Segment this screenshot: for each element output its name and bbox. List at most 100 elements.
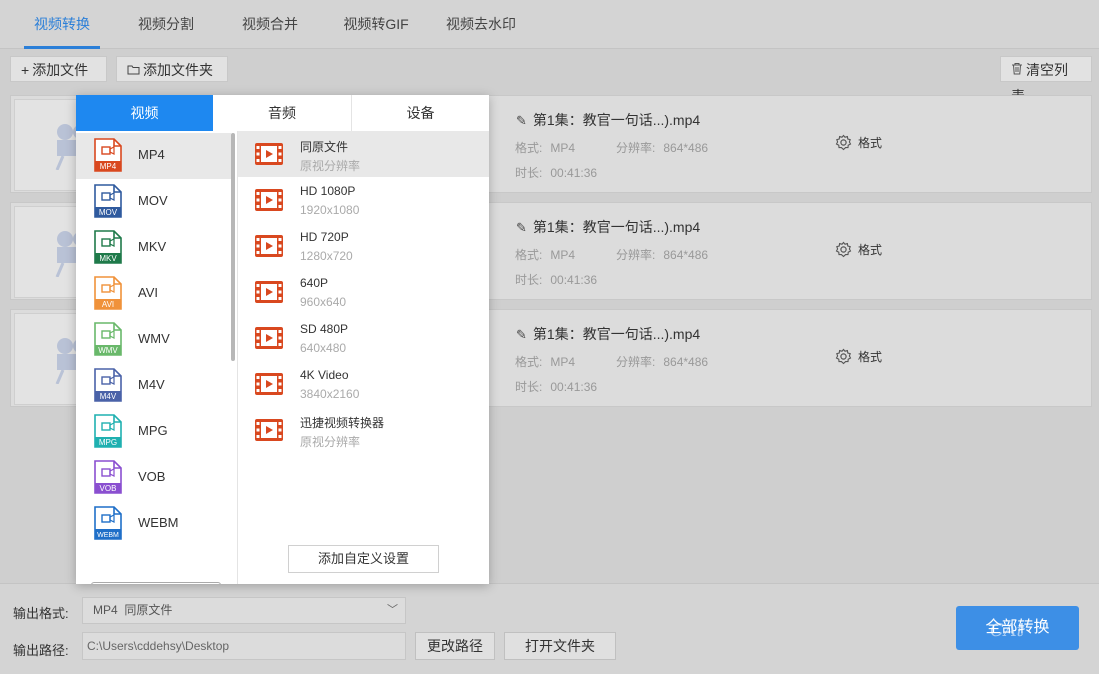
film-strip-icon <box>255 189 283 211</box>
format-item-label: MPG <box>138 423 168 438</box>
film-strip-icon <box>255 373 283 395</box>
preset-item[interactable]: HD 1080P 1920x1080 <box>238 177 489 223</box>
format-label: 格式: <box>515 248 543 262</box>
tab-video-convert[interactable]: 视频转换 <box>24 0 100 49</box>
file-type-vob-icon: VOB <box>94 460 122 494</box>
format-item-mov[interactable]: MOV MOV <box>76 179 231 225</box>
preset-item[interactable]: 同原文件 原视分辨率 <box>238 131 489 177</box>
tab-video-split[interactable]: 视频分割 <box>130 0 202 49</box>
format-label: 格式: <box>515 355 543 369</box>
preset-name: 迅捷视频转换器 <box>300 416 385 430</box>
film-strip-icon <box>255 327 283 349</box>
tab-video[interactable]: 视频 <box>76 95 213 131</box>
preset-name: HD 720P <box>300 230 349 244</box>
film-strip-icon <box>255 419 283 441</box>
preset-resolution: 1280x720 <box>300 249 353 263</box>
format-button-label: 格式 <box>858 136 883 150</box>
resolution-value: 864*486 <box>663 248 709 262</box>
format-item-wmv[interactable]: WMV WMV <box>76 317 231 363</box>
format-button-label: 格式 <box>858 243 883 257</box>
gear-icon <box>835 241 852 258</box>
watermark-logo: CAt <box>990 620 1024 641</box>
tab-video-merge[interactable]: 视频合并 <box>234 0 306 49</box>
preset-item[interactable]: SD 480P 640x480 <box>238 315 489 361</box>
format-settings-button[interactable]: 格式 <box>835 241 882 258</box>
file-type-avi-icon: AVI <box>94 276 122 310</box>
tab-video-gif[interactable]: 视频转GIF <box>336 0 416 49</box>
format-item-label: MKV <box>138 239 167 254</box>
file-name-text: 第1集：教官一句话...).mp4 <box>532 112 701 128</box>
preset-resolution: 3840x2160 <box>300 387 360 401</box>
format-item-avi[interactable]: AVI AVI <box>76 271 231 317</box>
resolution-label: 分辨率: <box>616 355 656 369</box>
output-format-select[interactable]: MP4 同原文件 ﹀ <box>82 597 406 624</box>
edit-pen-icon[interactable]: ✎ <box>516 113 527 129</box>
output-format-value: MP4 同原文件 <box>93 603 173 617</box>
open-folder-button[interactable]: 打开文件夹 <box>504 632 616 660</box>
bottom-bar: 输出格式: MP4 同原文件 ﹀ 输出路径: C:\Users\cddehsy\… <box>0 583 1099 674</box>
duration-value: 00:41:36 <box>550 273 598 287</box>
format-value: MP4 <box>550 141 576 155</box>
format-list-scrollbar[interactable] <box>231 133 235 361</box>
preset-item[interactable]: 迅捷视频转换器 原视分辨率 <box>238 407 489 453</box>
folder-icon <box>127 57 140 83</box>
format-item-label: MOV <box>138 193 168 208</box>
format-settings-button[interactable]: 格式 <box>835 348 882 365</box>
add-file-button[interactable]: + 添加文件 <box>10 56 107 82</box>
tab-video-watermark[interactable]: 视频去水印 <box>440 0 522 49</box>
format-item-label: WEBM <box>138 515 179 530</box>
file-name-text: 第1集：教官一句话...).mp4 <box>532 326 701 342</box>
file-type-webm-icon: WEBM <box>94 506 122 540</box>
plus-icon: + <box>21 62 30 78</box>
duration-label: 时长: <box>515 166 543 180</box>
preset-resolution: 原视分辨率 <box>300 435 361 449</box>
file-type-wmv-icon: WMV <box>94 322 122 356</box>
edit-pen-icon[interactable]: ✎ <box>516 220 527 236</box>
add-folder-button[interactable]: 添加文件夹 <box>116 56 228 82</box>
preset-item[interactable]: 640P 960x640 <box>238 269 489 315</box>
file-type-badge: MOV <box>99 208 118 217</box>
file-name[interactable]: ✎ 第1集：教官一句话...).mp4 <box>516 324 700 344</box>
file-type-mov-icon: MOV <box>94 184 122 218</box>
preset-item[interactable]: HD 720P 1280x720 <box>238 223 489 269</box>
file-name[interactable]: ✎ 第1集：教官一句话...).mp4 <box>516 217 700 237</box>
file-type-badge: AVI <box>102 300 114 309</box>
format-item-webm[interactable]: WEBM WEBM <box>76 501 231 547</box>
output-path-field[interactable]: C:\Users\cddehsy\Desktop <box>82 632 406 660</box>
output-path-label: 输出路径: <box>13 643 69 658</box>
film-strip-icon <box>255 235 283 257</box>
add-file-label: 添加文件 <box>32 62 89 78</box>
preset-name: HD 1080P <box>300 184 356 198</box>
preset-item[interactable]: 4K Video 3840x2160 <box>238 361 489 407</box>
film-strip-icon <box>255 281 283 303</box>
tab-device[interactable]: 设备 <box>351 95 489 131</box>
preset-resolution: 1920x1080 <box>300 203 360 217</box>
format-item-label: AVI <box>138 285 158 300</box>
change-path-button[interactable]: 更改路径 <box>415 632 495 660</box>
file-resolution: 分辨率: 864*486 <box>616 246 708 263</box>
file-duration: 时长: 00:41:36 <box>515 164 597 181</box>
tab-audio[interactable]: 音频 <box>213 95 351 131</box>
add-custom-setting-button[interactable]: 添加自定义设置 <box>288 545 439 573</box>
file-duration: 时长: 00:41:36 <box>515 271 597 288</box>
format-item-vob[interactable]: VOB VOB <box>76 455 231 501</box>
resolution-label: 分辨率: <box>616 141 656 155</box>
format-item-mkv[interactable]: MKV MKV <box>76 225 231 271</box>
add-folder-label: 添加文件夹 <box>143 62 213 78</box>
file-name[interactable]: ✎ 第1集：教官一句话...).mp4 <box>516 110 700 130</box>
format-value: MP4 <box>550 355 576 369</box>
edit-pen-icon[interactable]: ✎ <box>516 327 527 343</box>
preset-resolution: 原视分辨率 <box>300 159 361 173</box>
format-search-input[interactable]: 搜索 <box>91 582 221 584</box>
clear-list-button[interactable]: 清空列表 <box>1000 56 1092 104</box>
format-item-mp4[interactable]: MP4 MP4 <box>76 133 231 179</box>
format-item-m4v[interactable]: M4V M4V <box>76 363 231 409</box>
file-format: 格式: MP4 <box>515 139 575 156</box>
duration-value: 00:41:36 <box>550 166 598 180</box>
format-item-mpg[interactable]: MPG MPG <box>76 409 231 455</box>
file-name-text: 第1集：教官一句话...).mp4 <box>532 219 701 235</box>
preset-name: 同原文件 <box>300 140 349 154</box>
format-settings-button[interactable]: 格式 <box>835 134 882 151</box>
file-type-m4v-icon: M4V <box>94 368 122 402</box>
file-type-badge: WMV <box>98 346 118 355</box>
